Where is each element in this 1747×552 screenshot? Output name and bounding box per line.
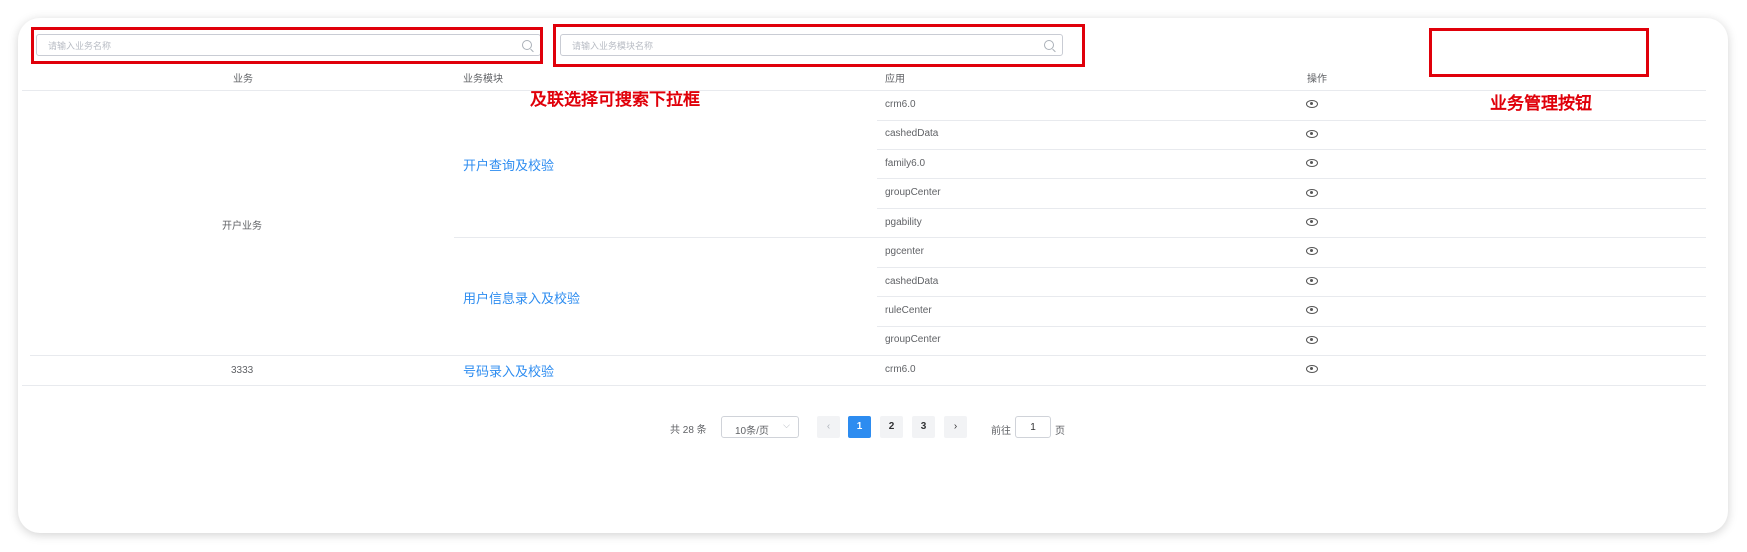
row-divider <box>877 149 1706 150</box>
app-cell: cashedData <box>885 276 939 287</box>
page-size-select[interactable]: 10条/页 ⌵ <box>721 416 799 438</box>
eye-icon[interactable] <box>1306 130 1318 138</box>
eye-icon[interactable] <box>1306 159 1318 167</box>
module-link[interactable]: 号码录入及校验 <box>463 361 554 380</box>
next-page-button[interactable]: › <box>944 416 967 438</box>
goto-page-value: 1 <box>1030 422 1036 433</box>
annotation-business-buttons: 业务管理按钮 <box>1490 94 1592 113</box>
group-divider <box>30 355 1706 356</box>
module-link[interactable]: 用户信息录入及校验 <box>463 288 580 307</box>
prev-page-button[interactable]: ‹ <box>817 416 840 438</box>
header-business: 业务 <box>233 74 253 85</box>
annotation-box-module-search <box>553 24 1085 67</box>
table-bottom <box>22 385 1706 386</box>
page-button-3[interactable]: 3 <box>912 416 935 438</box>
chevron-right-icon: › <box>953 421 958 432</box>
page-suffix: 页 <box>1055 426 1065 437</box>
app-cell: groupCenter <box>885 334 941 345</box>
eye-icon[interactable] <box>1306 277 1318 285</box>
annotation-cascade-select: 及联选择可搜索下拉框 <box>530 90 700 109</box>
app-cell: crm6.0 <box>885 364 916 375</box>
business-cell: 开户业务 <box>222 221 262 232</box>
row-divider <box>877 326 1706 327</box>
annotation-box-business-search <box>31 27 543 64</box>
page-size-value: 10条/页 <box>735 426 769 437</box>
eye-icon[interactable] <box>1306 365 1318 373</box>
row-divider <box>877 208 1706 209</box>
module-link[interactable]: 开户查询及校验 <box>463 155 554 174</box>
row-divider <box>877 178 1706 179</box>
app-cell: pgcenter <box>885 246 924 257</box>
module-divider <box>454 237 1706 238</box>
chevron-left-icon: ‹ <box>826 421 831 432</box>
row-divider <box>877 267 1706 268</box>
eye-icon[interactable] <box>1306 336 1318 344</box>
app-cell: crm6.0 <box>885 99 916 110</box>
annotation-box-business-buttons <box>1429 28 1649 77</box>
row-divider <box>877 296 1706 297</box>
header-action: 操作 <box>1307 74 1327 85</box>
eye-icon[interactable] <box>1306 100 1318 108</box>
eye-icon[interactable] <box>1306 306 1318 314</box>
app-cell: pgability <box>885 217 922 228</box>
app-cell: ruleCenter <box>885 305 932 316</box>
goto-page-input[interactable]: 1 <box>1015 416 1051 438</box>
header-divider <box>22 90 1706 91</box>
eye-icon[interactable] <box>1306 189 1318 197</box>
chevron-down-icon: ⌵ <box>783 420 790 430</box>
app-cell: cashedData <box>885 128 939 139</box>
eye-icon[interactable] <box>1306 247 1318 255</box>
page-button-1[interactable]: 1 <box>848 416 871 438</box>
page-button-2[interactable]: 2 <box>880 416 903 438</box>
goto-label: 前往 <box>991 426 1011 437</box>
pagination-total: 共 28 条 <box>670 425 707 436</box>
header-app: 应用 <box>885 74 905 85</box>
app-cell: family6.0 <box>885 158 926 169</box>
content-card <box>18 18 1728 533</box>
app-cell: groupCenter <box>885 187 941 198</box>
eye-icon[interactable] <box>1306 218 1318 226</box>
row-divider <box>877 120 1706 121</box>
header-module: 业务模块 <box>463 74 503 85</box>
business-cell: 3333 <box>231 365 254 376</box>
